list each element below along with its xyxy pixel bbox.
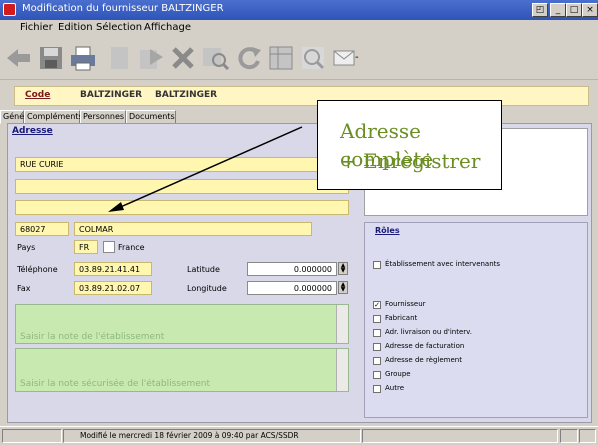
annotation-arrow	[108, 126, 303, 212]
